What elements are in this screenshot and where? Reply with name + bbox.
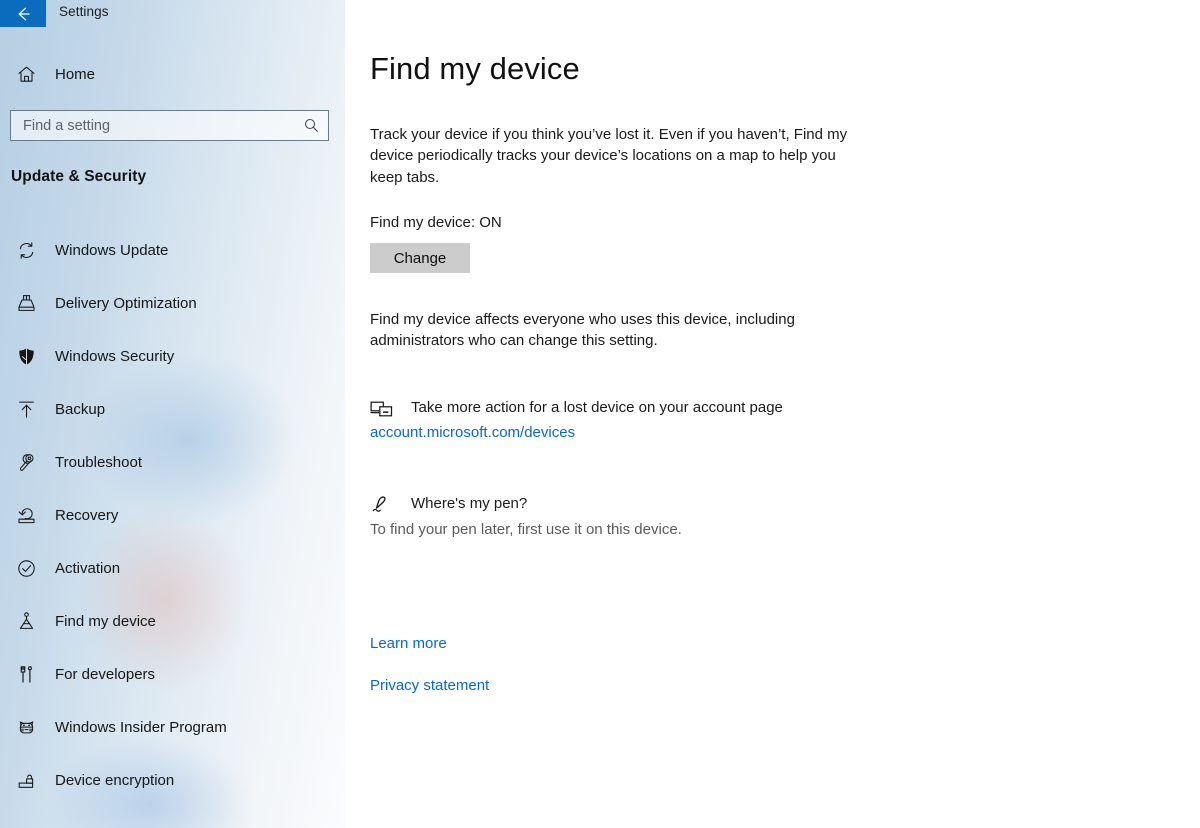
upload-arrow-icon [10, 399, 42, 420]
sidebar-item-activation[interactable]: Activation [0, 542, 345, 595]
settings-sidebar: Settings Home Update & Security [0, 0, 345, 828]
privacy-statement-link[interactable]: Privacy statement [370, 677, 489, 694]
learn-more-link[interactable]: Learn more [370, 635, 447, 652]
pen-section-subtitle: To find your pen later, first use it on … [370, 521, 682, 538]
sync-refresh-icon [10, 240, 42, 261]
find-my-device-status: Find my device: ON [370, 214, 502, 231]
change-button[interactable]: Change [370, 243, 470, 273]
devices-icon [370, 399, 394, 421]
sidebar-item-home[interactable]: Home [0, 58, 345, 91]
main-content: Find my device Track your device if you … [345, 0, 1200, 828]
search-box[interactable] [10, 110, 329, 141]
wrench-icon [10, 452, 42, 473]
sidebar-item-find-my-device[interactable]: Find my device [0, 595, 345, 648]
drive-lock-icon [10, 770, 42, 791]
sidebar-section-title: Update & Security [11, 168, 147, 185]
account-devices-link[interactable]: account.microsoft.com/devices [370, 424, 870, 441]
pen-section-header: Where's my pen? [370, 494, 870, 518]
sidebar-item-label: Delivery Optimization [55, 295, 197, 312]
sidebar-item-backup[interactable]: Backup [0, 383, 345, 436]
sidebar-item-recovery[interactable]: Recovery [0, 489, 345, 542]
pen-section: Where's my pen? To find your pen later, … [370, 494, 870, 538]
ninja-cat-icon [10, 717, 42, 738]
sidebar-item-label: Troubleshoot [55, 454, 142, 471]
tools-icon [10, 664, 42, 685]
intro-paragraph: Track your device if you think you’ve lo… [370, 126, 848, 186]
recovery-arrow-icon [10, 505, 42, 526]
account-page-section: Take more action for a lost device on yo… [370, 398, 870, 441]
window-title: Settings [59, 4, 109, 19]
sidebar-item-delivery-optimization[interactable]: Delivery Optimization [0, 277, 345, 330]
search-icon[interactable] [294, 111, 328, 140]
page-title: Find my device [370, 51, 580, 86]
delivery-box-icon [10, 293, 42, 314]
sidebar-item-label: Backup [55, 401, 106, 418]
account-section-text: Take more action for a lost device on yo… [411, 399, 783, 416]
sidebar-item-for-developers[interactable]: For developers [0, 648, 345, 701]
sidebar-item-troubleshoot[interactable]: Troubleshoot [0, 436, 345, 489]
sidebar-item-label: Device encryption [55, 772, 175, 789]
sidebar-nav-list: Windows Update Delivery Optimization Win… [0, 224, 345, 807]
pen-icon [370, 494, 394, 518]
search-input[interactable] [11, 111, 294, 140]
sidebar-item-label: Windows Update [55, 242, 169, 259]
title-bar: Settings [0, 0, 345, 27]
home-icon [10, 64, 42, 85]
sidebar-item-label: Windows Security [55, 348, 175, 365]
location-beacon-icon [10, 611, 42, 632]
account-section-header: Take more action for a lost device on yo… [370, 398, 870, 421]
sidebar-item-label: For developers [55, 666, 156, 683]
shield-icon [10, 346, 42, 367]
check-circle-icon [10, 558, 42, 579]
sidebar-item-device-encryption[interactable]: Device encryption [0, 754, 345, 807]
sidebar-item-label: Recovery [55, 507, 119, 524]
sidebar-item-windows-insider-program[interactable]: Windows Insider Program [0, 701, 345, 754]
admin-note-paragraph: Find my device affects everyone who uses… [370, 311, 795, 350]
sidebar-item-windows-security[interactable]: Windows Security [0, 330, 345, 383]
back-arrow-icon [13, 4, 33, 24]
sidebar-item-home-label: Home [55, 66, 96, 83]
pen-section-title: Where's my pen? [411, 495, 528, 512]
sidebar-item-windows-update[interactable]: Windows Update [0, 224, 345, 277]
back-button[interactable] [0, 0, 46, 27]
sidebar-item-label: Windows Insider Program [55, 719, 227, 736]
sidebar-item-label: Find my device [55, 613, 156, 630]
sidebar-item-label: Activation [55, 560, 121, 577]
